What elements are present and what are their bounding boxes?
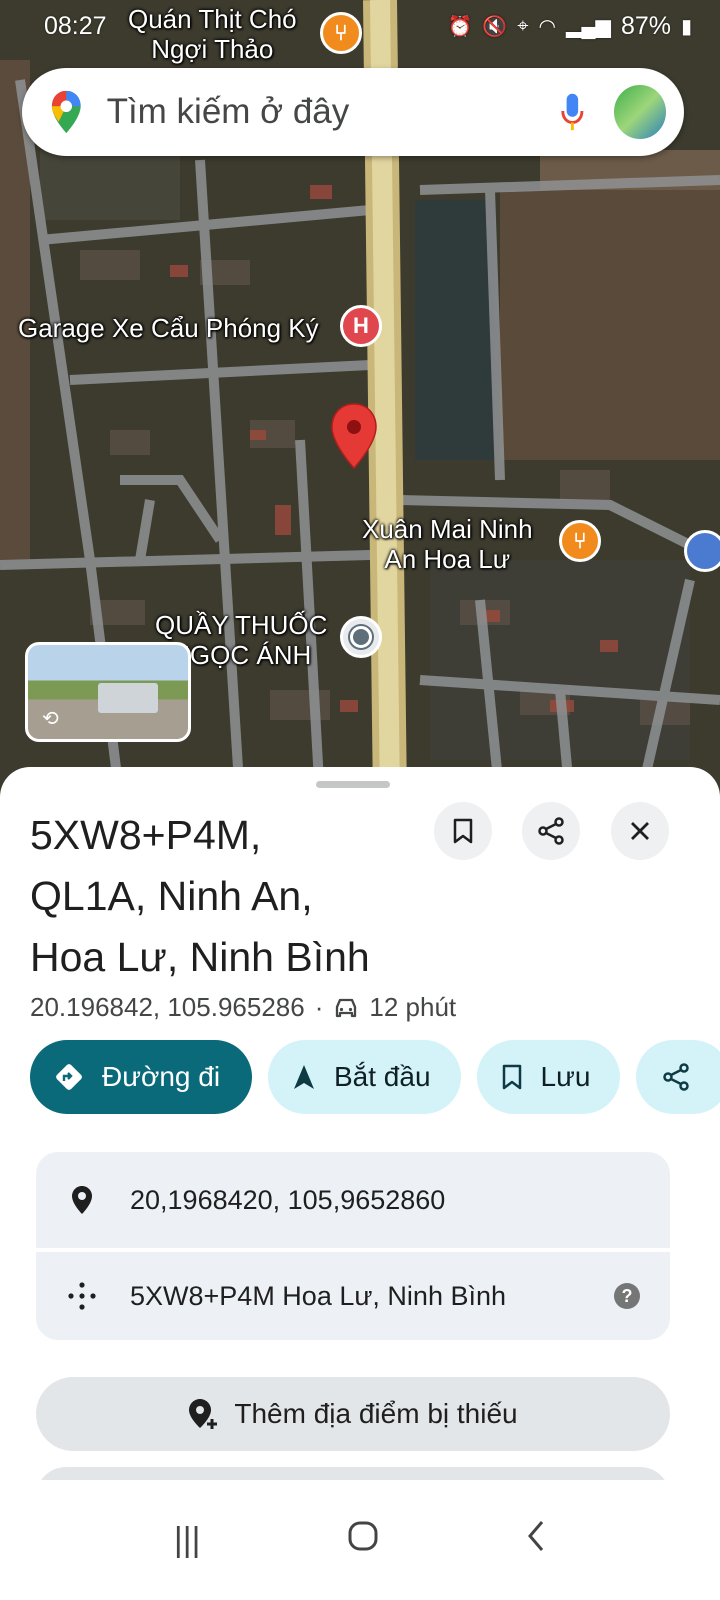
coordinates-row[interactable]: 20,1968420, 105,9652860 <box>36 1152 670 1248</box>
place-bottom-sheet: 5XW8+P4M, QL1A, Ninh An, Hoa Lư, Ninh Bì… <box>0 767 720 1600</box>
location-icon: ⌖ <box>517 14 529 37</box>
plus-code-text: 5XW8+P4M Hoa Lư, Ninh Bình <box>130 1280 507 1311</box>
directions-button[interactable]: Đường đi <box>30 1040 252 1114</box>
mute-icon: 🔇 <box>482 15 508 38</box>
alarm-icon: ⏰ <box>447 15 473 38</box>
search-bar[interactable] <box>22 68 684 156</box>
plus-code-row[interactable]: 5XW8+P4M Hoa Lư, Ninh Bình ? <box>36 1252 670 1340</box>
plus-code-icon <box>66 1281 98 1311</box>
coordinates-row-text: 20,1968420, 105,9652860 <box>130 1184 446 1215</box>
rotate-360-icon: ⟲ <box>42 708 59 730</box>
poi-edge-icon[interactable] <box>684 530 720 572</box>
signal-icon: ▂▄▆ <box>566 15 611 38</box>
microphone-icon[interactable] <box>558 91 587 133</box>
location-pin-icon <box>66 1185 98 1215</box>
navigation-arrow-icon <box>294 1065 314 1089</box>
action-chip-row: Đường đi Bắt đầu Lưu <box>30 1040 720 1114</box>
add-location-icon <box>189 1399 218 1429</box>
map-label-garage[interactable]: Garage Xe Cẩu Phóng Ký <box>18 313 319 343</box>
add-missing-place-button[interactable]: Thêm địa điểm bị thiếu <box>36 1377 670 1451</box>
separator: · <box>314 992 324 1022</box>
hospital-icon[interactable]: H <box>340 305 382 347</box>
drag-handle[interactable] <box>316 781 390 788</box>
start-navigation-button[interactable]: Bắt đầu <box>268 1040 461 1114</box>
directions-icon <box>56 1064 82 1090</box>
battery-level: 87% <box>620 11 671 40</box>
bookmark-icon <box>502 1064 521 1090</box>
system-navigation-bar: ||| <box>0 1480 720 1600</box>
map-label-restaurant-right[interactable]: Xuân Mai Ninh An Hoa Lư <box>362 514 533 574</box>
save-button[interactable]: Lưu <box>476 1040 621 1114</box>
google-maps-logo-icon <box>51 90 81 134</box>
car-icon <box>333 997 359 1019</box>
truck-image <box>98 683 158 713</box>
avatar[interactable] <box>612 83 669 141</box>
help-icon[interactable]: ? <box>614 1283 640 1309</box>
battery-icon: ▮ <box>680 15 692 38</box>
save-label: Lưu <box>540 1061 591 1092</box>
add-missing-place-label: Thêm địa điểm bị thiếu <box>234 1398 518 1429</box>
place-info-card: 20,1968420, 105,9652860 5XW8+P4M Hoa Lư,… <box>36 1152 670 1340</box>
share-icon <box>538 817 564 845</box>
home-icon[interactable] <box>348 1521 378 1560</box>
close-icon <box>631 822 649 840</box>
start-label: Bắt đầu <box>334 1061 431 1092</box>
share-icon <box>663 1063 690 1091</box>
street-view-thumbnail[interactable]: ⟲ <box>25 642 191 742</box>
map-label-text: Xuân Mai Ninh An Hoa Lư <box>362 514 533 574</box>
directions-label: Đường đi <box>102 1061 221 1092</box>
map-label-text: Garage Xe Cẩu Phóng Ký <box>18 313 319 343</box>
clock: 08:27 <box>44 11 107 40</box>
search-input[interactable] <box>106 92 558 132</box>
drive-time: 12 phút <box>369 992 457 1022</box>
save-bookmark-button[interactable] <box>434 802 492 860</box>
bookmark-icon <box>453 818 473 844</box>
map-pin-icon[interactable] <box>329 402 379 472</box>
wifi-icon: ◠ <box>538 15 556 38</box>
coordinates-text: 20.196842, 105.965286 <box>30 992 305 1022</box>
fork-knife-icon[interactable]: ⑂ <box>559 520 601 562</box>
close-button[interactable] <box>611 802 669 860</box>
back-icon[interactable] <box>526 1520 546 1561</box>
share-chip-button[interactable] <box>636 1040 720 1114</box>
shopping-icon[interactable] <box>340 616 382 658</box>
coordinates-line: 20.196842, 105.965286 · 12 phút <box>30 992 456 1023</box>
place-title: 5XW8+P4M, QL1A, Ninh An, Hoa Lư, Ninh Bì… <box>30 812 370 980</box>
recent-apps-icon[interactable]: ||| <box>174 1521 201 1560</box>
status-bar: 08:27 ⏰ 🔇 ⌖ ◠ ▂▄▆ 87% ▮ <box>0 0 720 52</box>
share-button[interactable] <box>522 802 580 860</box>
